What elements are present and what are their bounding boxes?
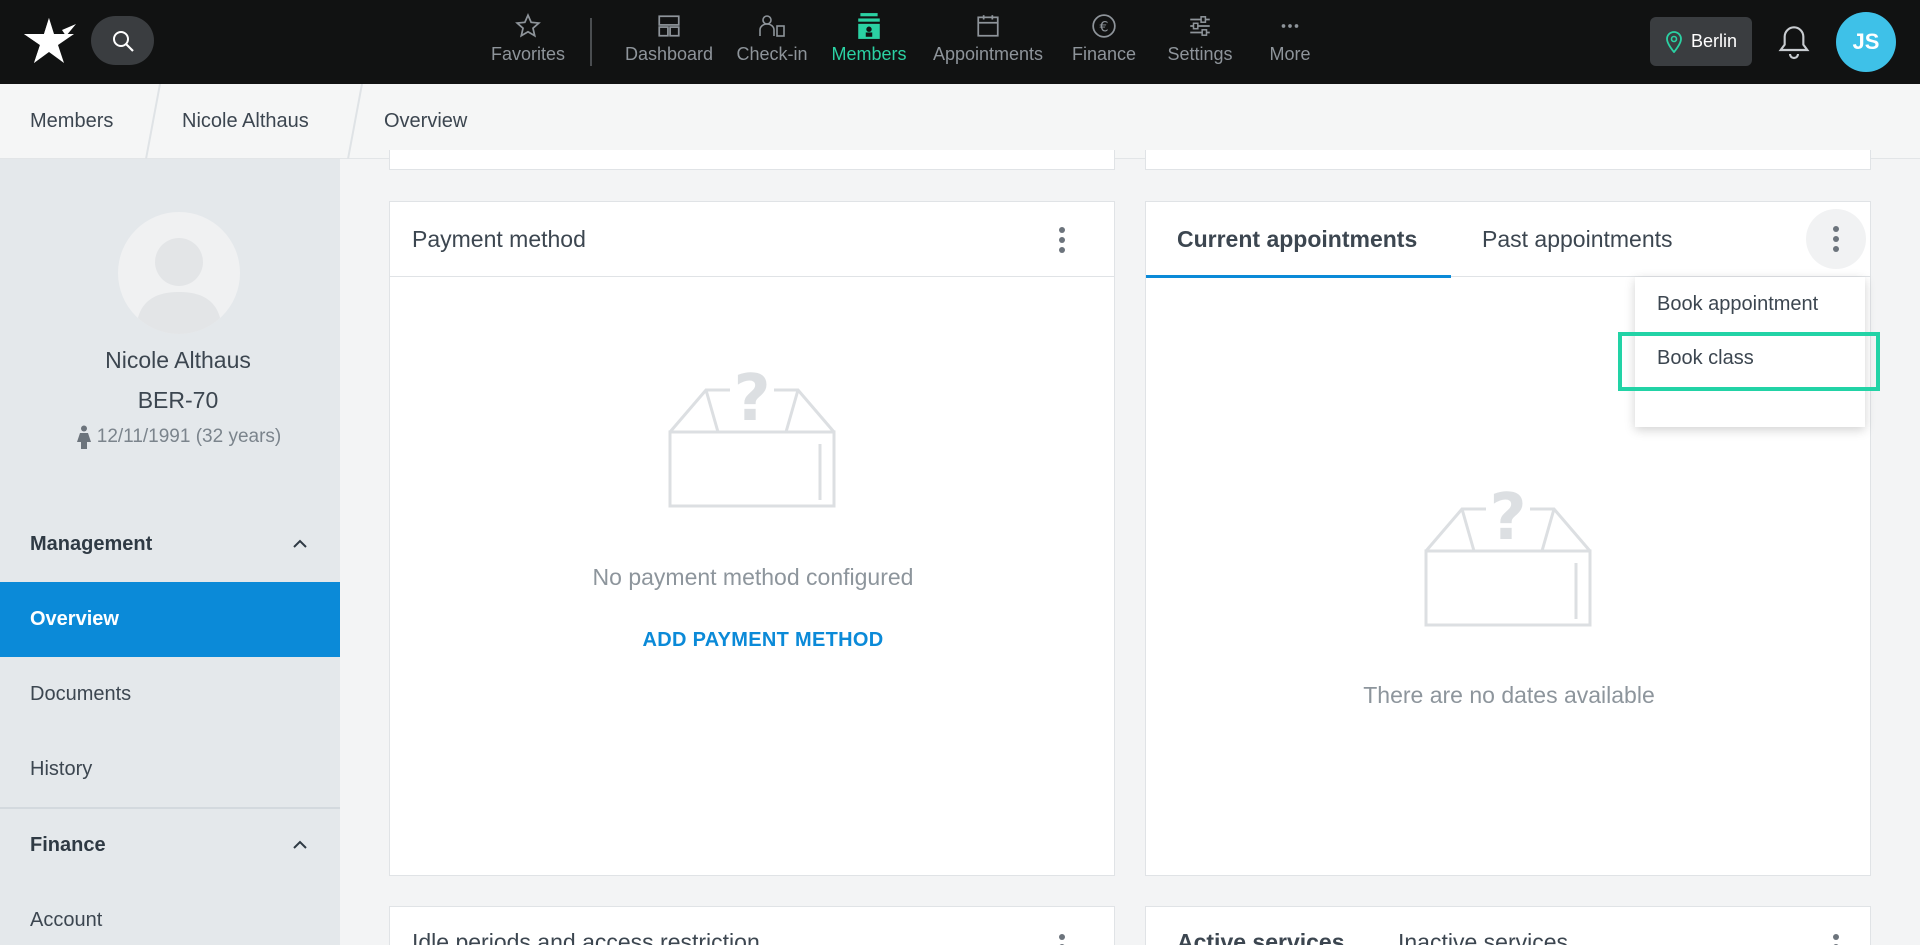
nav-label: More <box>1269 44 1311 64</box>
nav-label: Dashboard <box>624 44 714 64</box>
sidebar-item-overview[interactable]: Overview <box>0 582 340 657</box>
payment-method-title: Payment method <box>390 202 1114 277</box>
app-logo[interactable] <box>22 16 76 66</box>
profile-avatar <box>118 212 240 334</box>
nav-label: Finance <box>1071 44 1137 64</box>
nav-dashboard[interactable]: Dashboard <box>614 10 724 72</box>
sidebar-item-account[interactable]: Account <box>0 883 340 945</box>
members-icon <box>858 13 880 39</box>
empty-box-icon: ? <box>668 362 836 508</box>
tab-active-services[interactable]: Active services <box>1177 929 1345 945</box>
payment-empty-text: No payment method configured <box>592 564 914 590</box>
nav-label: Check-in <box>736 44 808 64</box>
idle-periods-title: Idle periods and access restriction <box>412 929 760 945</box>
payment-method-card: Payment method ? No payment method confi… <box>389 201 1115 876</box>
breadcrumb-member-name[interactable]: Nicole Althaus <box>182 84 309 159</box>
tab-inactive-services[interactable]: Inactive services <box>1398 929 1568 945</box>
member-id: BER-70 <box>137 387 219 413</box>
member-dob: 12/11/1991 (32 years) <box>0 425 356 449</box>
bell-icon <box>1778 26 1810 60</box>
idle-periods-card: Idle periods and access restriction <box>389 906 1115 945</box>
nav-label: Appointments <box>932 44 1044 64</box>
nav-check-in[interactable]: Check-in <box>717 10 827 72</box>
nav-divider <box>590 18 592 66</box>
location-button[interactable]: Berlin <box>1650 17 1752 66</box>
highlight-box <box>1618 332 1880 391</box>
sidebar-section-finance[interactable]: Finance <box>0 815 340 875</box>
top-bar: Favorites Dashboard Check-in Members App… <box>0 0 1920 84</box>
map-pin-icon <box>1666 30 1682 53</box>
breadcrumb-overview: Overview <box>384 110 468 132</box>
nav-finance[interactable]: € Finance <box>1049 10 1159 72</box>
member-dob-text: 12/11/1991 (32 years) <box>96 426 282 447</box>
svg-text:?: ? <box>1489 481 1526 555</box>
idle-card-menu-button[interactable] <box>1052 929 1072 945</box>
svg-text:€: € <box>1100 19 1109 35</box>
nav-more[interactable]: More <box>1235 10 1345 72</box>
appointments-empty-text: There are no dates available <box>1363 682 1655 708</box>
chevron-up-icon <box>293 539 307 548</box>
calendar-icon <box>977 15 999 37</box>
payment-card-menu-button[interactable] <box>1052 222 1072 258</box>
sliders-icon <box>1190 16 1210 36</box>
menu-item-book-appointment[interactable]: Book appointment <box>1635 277 1865 331</box>
euro-icon: € <box>1092 14 1116 38</box>
svg-text:?: ? <box>733 362 770 436</box>
add-payment-method-link[interactable]: ADD PAYMENT METHOD <box>400 629 1126 652</box>
nav-members[interactable]: Members <box>814 10 924 72</box>
breadcrumb-separator <box>145 84 161 159</box>
star-icon <box>515 13 541 38</box>
member-name: Nicole Althaus <box>105 347 251 373</box>
services-card: Active services Inactive services <box>1145 906 1871 945</box>
breadcrumb-separator <box>347 84 363 159</box>
breadcrumb: Members Nicole Althaus Overview <box>0 84 1920 159</box>
sidebar-item-documents[interactable]: Documents <box>0 657 340 732</box>
kebab-icon <box>1826 221 1846 257</box>
card-above-right <box>1145 150 1871 170</box>
member-sidebar: Nicole Althaus BER-70 12/11/1991 (32 yea… <box>0 159 340 945</box>
chevron-up-icon <box>293 840 307 849</box>
card-above-left <box>389 150 1115 170</box>
tab-past-appointments[interactable]: Past appointments <box>1482 202 1673 277</box>
nav-label: Members <box>831 44 907 64</box>
sidebar-item-history[interactable]: History <box>0 732 340 807</box>
female-icon <box>76 425 91 449</box>
search-icon <box>112 30 134 52</box>
user-avatar[interactable]: JS <box>1836 12 1896 72</box>
empty-box-icon: ? <box>1424 481 1592 627</box>
sidebar-section-label: Management <box>30 532 153 555</box>
services-card-menu-button[interactable] <box>1826 929 1846 945</box>
person-placeholder-icon <box>136 238 222 334</box>
location-label: Berlin <box>1690 31 1738 51</box>
tab-current-appointments[interactable]: Current appointments <box>1177 202 1417 277</box>
dashboard-icon <box>658 15 680 37</box>
nav-appointments[interactable]: Appointments <box>933 10 1043 72</box>
more-icon <box>1281 24 1299 28</box>
sidebar-section-management[interactable]: Management <box>0 514 340 574</box>
nav-label: Settings <box>1167 44 1233 64</box>
sidebar-section-label: Finance <box>30 833 106 856</box>
search-button[interactable] <box>91 16 154 65</box>
breadcrumb-members[interactable]: Members <box>30 84 113 159</box>
nav-label: Favorites <box>490 44 566 64</box>
sidebar-divider <box>0 807 340 809</box>
check-in-icon <box>759 15 785 37</box>
notifications-button[interactable] <box>1776 22 1812 62</box>
nav-favorites[interactable]: Favorites <box>473 10 583 72</box>
active-tab-indicator <box>1146 275 1451 278</box>
